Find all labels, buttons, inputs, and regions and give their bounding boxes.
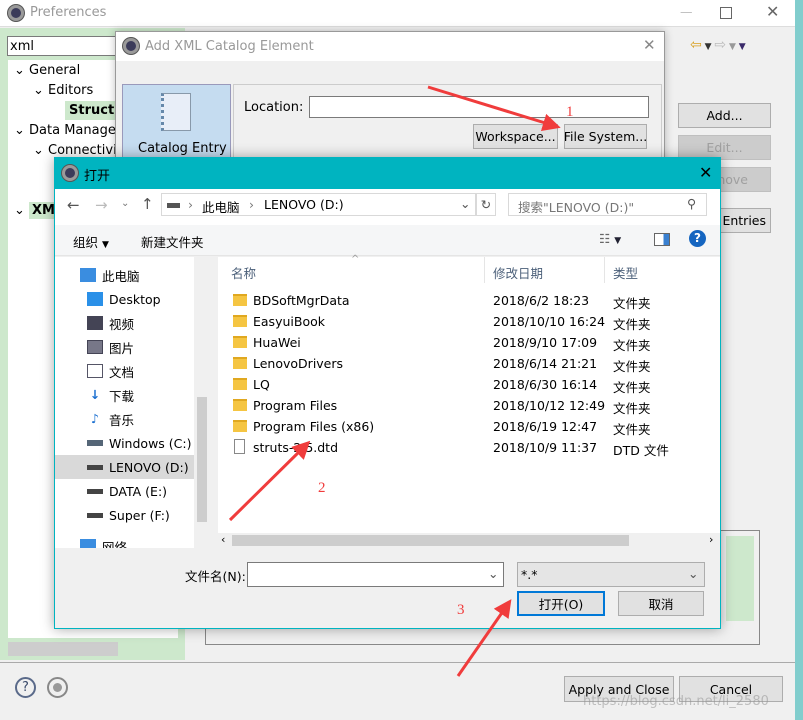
arrow-3 [456,599,512,677]
annotation-2: 2 [318,480,326,496]
arrow-2 [228,440,311,522]
arrow-1 [427,85,561,132]
annotation-layer: 1 2 3 [228,85,574,677]
annotation-3: 3 [457,602,465,618]
annotation-1: 1 [566,104,574,120]
